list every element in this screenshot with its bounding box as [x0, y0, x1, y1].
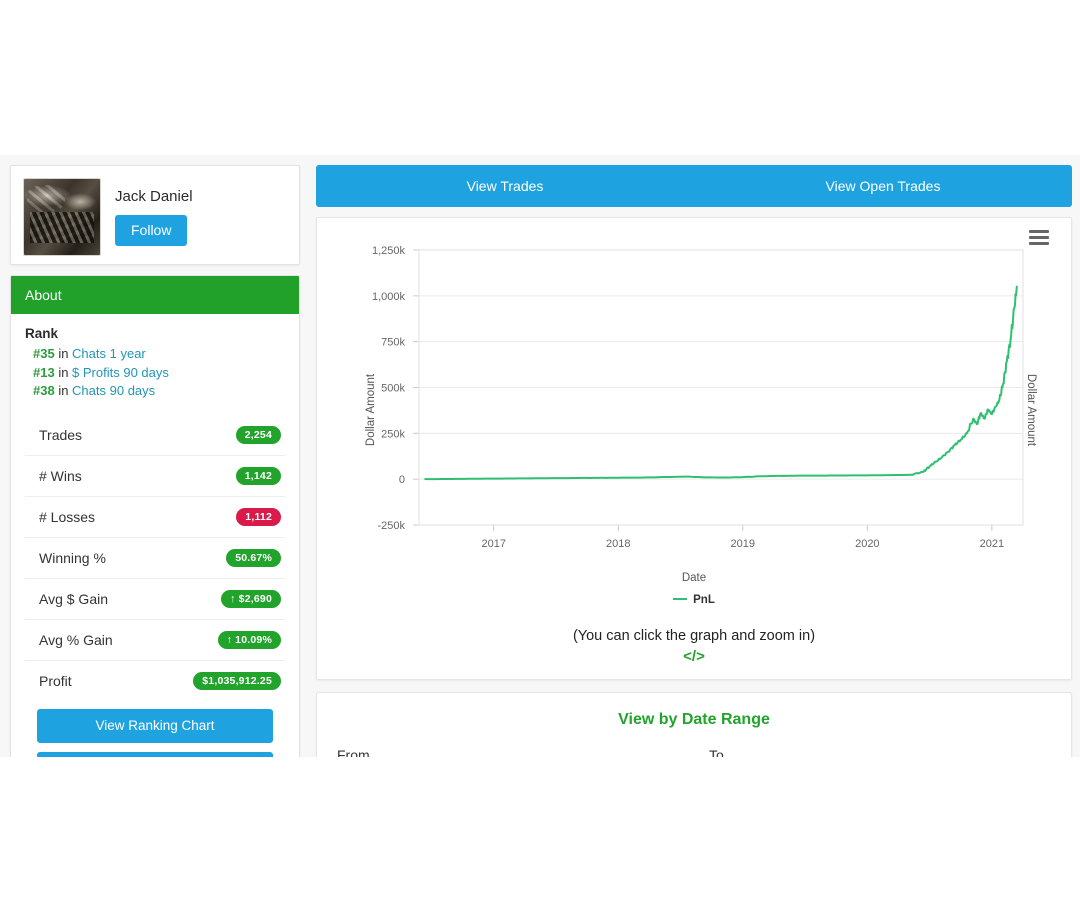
rank-line: #35 in Chats 1 year [25, 345, 285, 364]
svg-text:2017: 2017 [481, 538, 505, 550]
chart-legend[interactable]: PnL [317, 594, 1071, 606]
rank-link[interactable]: Chats 1 year [72, 346, 146, 361]
svg-text:2018: 2018 [606, 538, 630, 550]
y-axis-title-left: Dollar Amount [365, 373, 378, 447]
app-viewport: Jack Daniel Follow About Rank #35 in Cha… [0, 155, 1080, 757]
secondary-action-button[interactable] [37, 752, 273, 757]
legend-swatch-pnl [673, 597, 688, 600]
stat-label: Avg $ Gain [39, 590, 109, 607]
from-field-group: From [337, 747, 679, 757]
stat-row-avg-dollar-gain: Avg $ Gain ↑ $2,690 [25, 579, 285, 620]
stat-row-losses: # Losses 1,112 [25, 497, 285, 538]
pnl-chart[interactable]: Dollar Amount Dollar Amount Date -250k 0 2… [317, 230, 1071, 590]
chart-hint-text: (You can click the graph and zoom in) [572, 628, 816, 644]
rank-connector: in [54, 383, 73, 398]
stat-label: Avg % Gain [39, 631, 113, 648]
stat-label: Trades [39, 426, 83, 443]
rank-position: #35 [33, 346, 55, 361]
from-label: From [337, 747, 370, 757]
profile-meta: Jack Daniel Follow [115, 178, 193, 247]
trades-tabbar: View Trades View Open Trades [316, 165, 1072, 207]
date-range-card: View by Date Range From To [316, 692, 1072, 757]
rank-connector: in [54, 364, 73, 380]
stat-row-winning-pct: Winning % 50.67% [25, 538, 285, 579]
svg-text:750k: 750k [381, 337, 405, 349]
rank-line: #38 in Chats 90 days [25, 382, 285, 401]
svg-text:1,000k: 1,000k [372, 291, 406, 303]
about-card: About Rank #35 in Chats 1 year #13 in $ … [10, 275, 300, 757]
svg-text:2020: 2020 [855, 538, 879, 550]
stat-badge: 1,112 [236, 507, 281, 526]
y-axis-title-right: Dollar Amount [1024, 373, 1037, 447]
to-field-group: To [709, 747, 1051, 757]
main-column: View Trades View Open Trades Dollar Amou… [316, 165, 1072, 757]
sidebar-actions: View Ranking Chart [25, 701, 285, 757]
svg-text:2021: 2021 [980, 538, 1004, 550]
date-range-fields: From To [337, 747, 1051, 757]
to-label: To [709, 747, 724, 757]
pnl-chart-card: Dollar Amount Dollar Amount Date -250k 0 2… [316, 217, 1072, 680]
view-ranking-chart-button[interactable]: View Ranking Chart [37, 708, 273, 744]
legend-label-pnl: PnL [693, 594, 715, 606]
chart-plot-area[interactable]: -250k 0 250k 500k 750k 1,000k 1,250k 2017 2018 20… [317, 230, 1073, 570]
rank-position: #13 [33, 364, 55, 380]
rank-position: #38 [33, 383, 55, 398]
stats-list: Trades 2,254 # Wins 1,142 # Losses 1,112 [25, 415, 285, 701]
stat-row-profit: Profit $1,035,912.25 [25, 661, 285, 701]
stat-badge: 50.67% [226, 548, 281, 567]
rank-connector: in [54, 346, 73, 361]
stat-badge: ↑ 10.09% [217, 630, 281, 649]
stat-row-avg-pct-gain: Avg % Gain ↑ 10.09% [25, 620, 285, 661]
tab-view-trades[interactable]: View Trades [316, 165, 694, 207]
rank-link[interactable]: Chats 90 days [72, 383, 155, 398]
stat-row-wins: # Wins 1,142 [25, 456, 285, 497]
svg-text:2019: 2019 [731, 538, 755, 550]
stat-badge: ↑ $2,690 [221, 589, 281, 608]
about-body: Rank #35 in Chats 1 year #13 in $ Profit… [11, 314, 299, 757]
profile-card: Jack Daniel Follow [10, 165, 300, 265]
stat-badge: 2,254 [235, 425, 281, 444]
x-axis-title: Date [681, 572, 707, 584]
page-root: Jack Daniel Follow About Rank #35 in Cha… [0, 0, 1080, 902]
stat-label: Winning % [39, 549, 106, 566]
svg-text:1,250k: 1,250k [372, 245, 406, 257]
stat-badge: $1,035,912.25 [193, 671, 281, 690]
svg-text:-250k: -250k [377, 520, 405, 532]
tab-view-open-trades[interactable]: View Open Trades [694, 165, 1072, 207]
stat-label: # Wins [39, 467, 82, 484]
profile-name: Jack Daniel [115, 188, 193, 205]
user-avatar[interactable] [23, 178, 101, 256]
svg-text:0: 0 [399, 474, 405, 486]
stat-label: # Losses [39, 508, 96, 525]
stat-row-trades: Trades 2,254 [25, 415, 285, 456]
stat-label: Profit [39, 672, 72, 689]
follow-button[interactable]: Follow [115, 215, 188, 247]
svg-text:250k: 250k [381, 428, 405, 440]
rank-line: #13 in $ Profits 90 days [25, 364, 285, 383]
stat-badge: 1,142 [235, 466, 281, 485]
svg-text:500k: 500k [381, 383, 405, 395]
embed-code-icon[interactable]: </> [317, 648, 1071, 665]
rank-link[interactable]: $ Profits 90 days [72, 365, 169, 380]
about-header: About [11, 276, 299, 314]
profile-sidebar: Jack Daniel Follow About Rank #35 in Cha… [10, 165, 300, 757]
date-range-title: View by Date Range [618, 711, 770, 728]
rank-title: Rank [25, 326, 59, 341]
